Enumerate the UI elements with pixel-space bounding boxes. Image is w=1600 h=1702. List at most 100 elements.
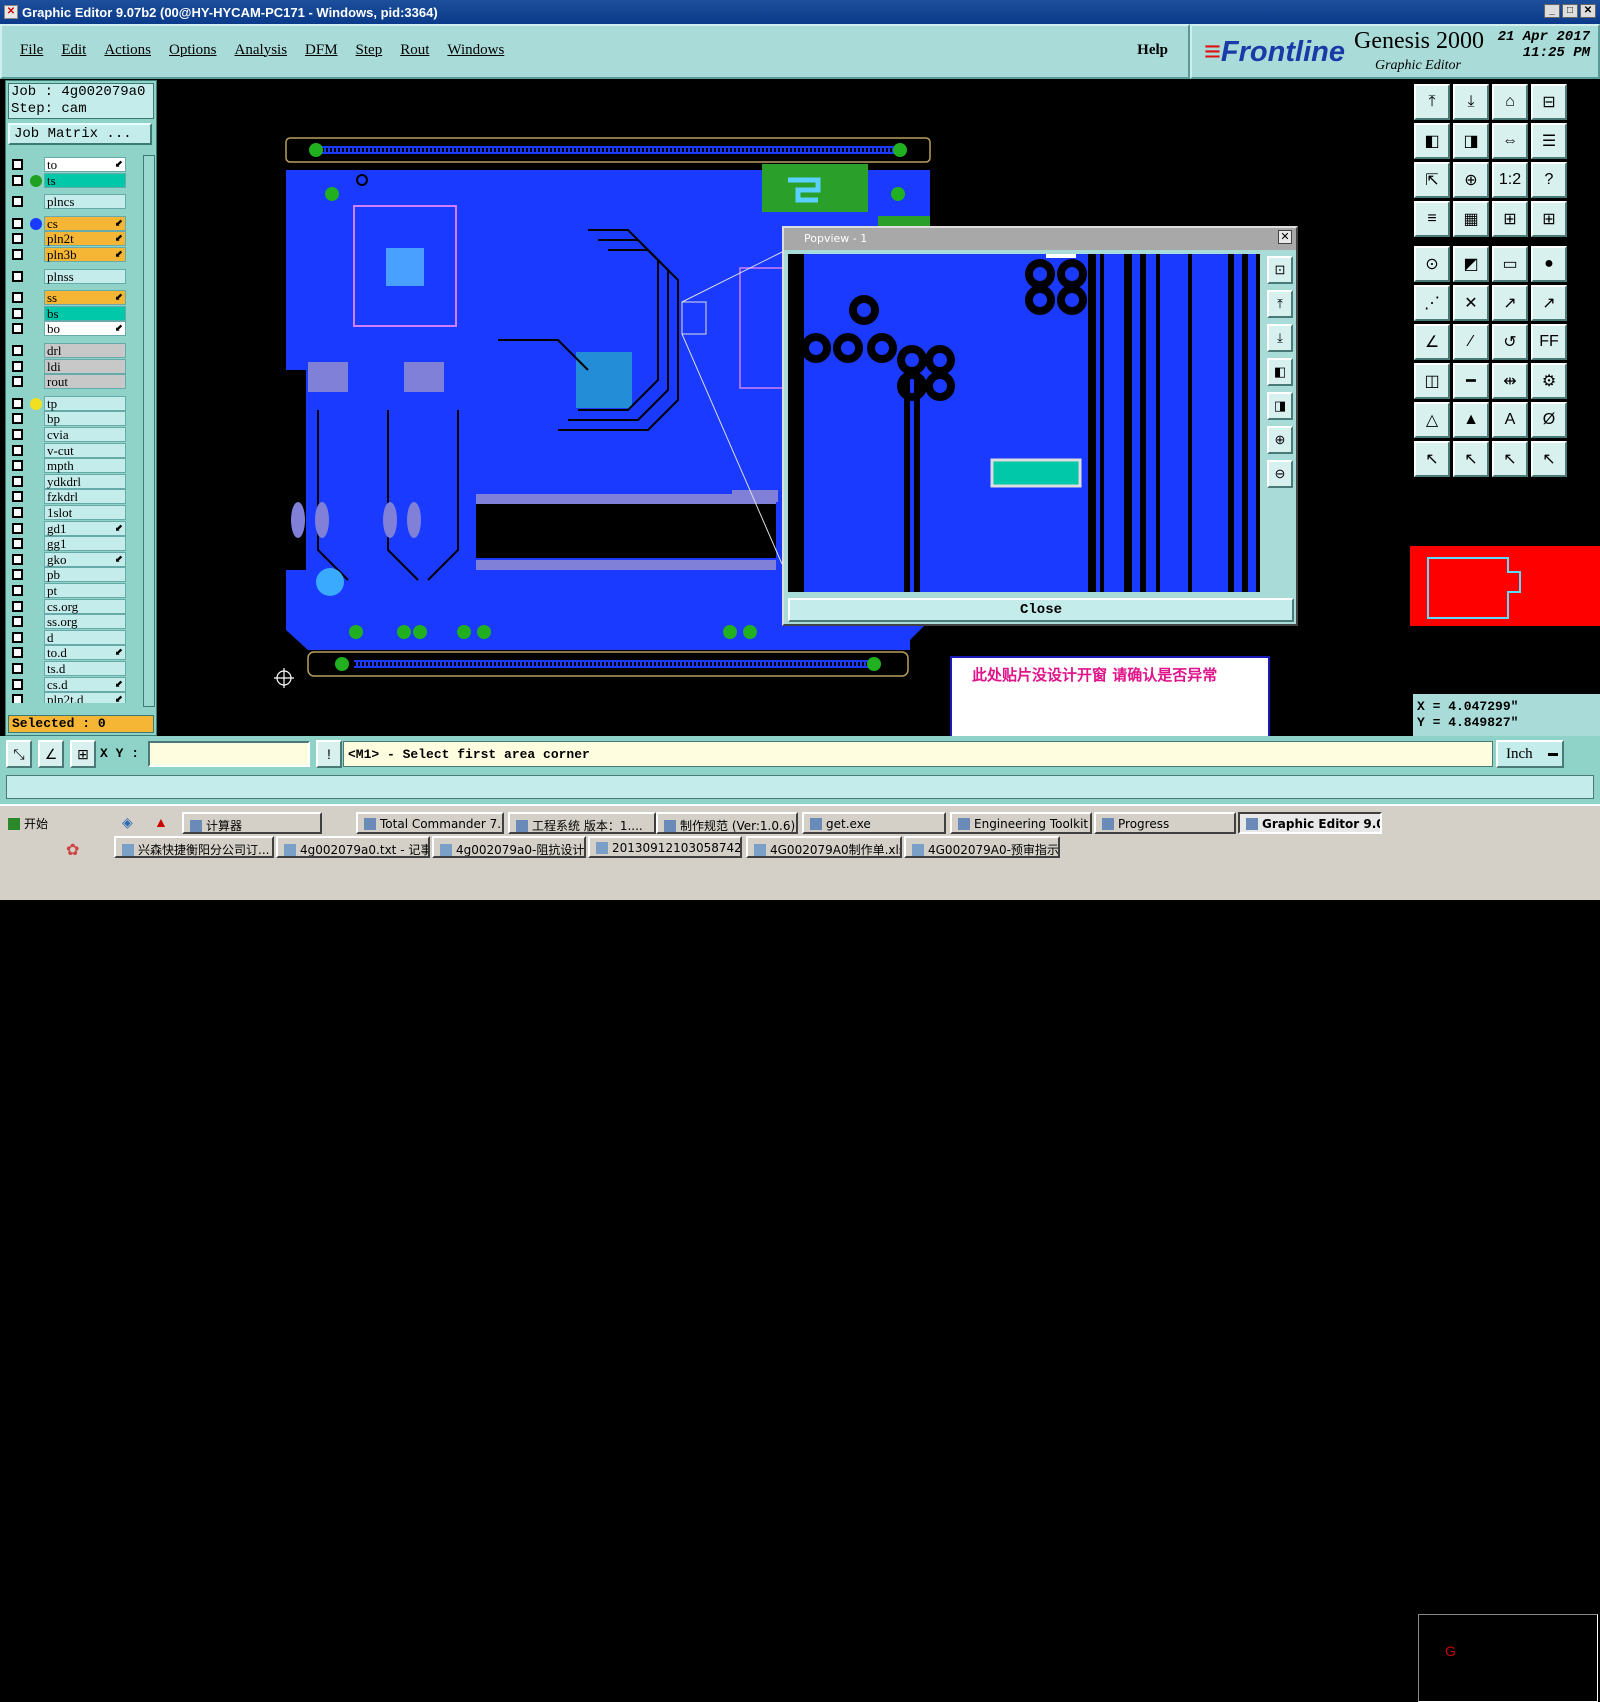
layer-checkbox[interactable] — [12, 345, 23, 356]
menu-windows[interactable]: Windows — [447, 42, 504, 59]
taskbar-button[interactable]: 4g002079a0.txt - 记事本 — [276, 836, 430, 858]
layer-row[interactable]: drl — [10, 343, 142, 359]
layer-checkbox[interactable] — [12, 569, 23, 581]
close-window-button[interactable]: ✕ — [1580, 4, 1596, 18]
tool-button[interactable]: ☰ — [1531, 123, 1567, 159]
grid-icon[interactable]: ⊞ — [70, 740, 96, 768]
layer-row[interactable]: 1slot — [10, 505, 142, 521]
menu-rout[interactable]: Rout — [400, 42, 429, 59]
layer-row[interactable]: rout — [10, 374, 142, 390]
layer-checkbox[interactable] — [12, 631, 23, 643]
layer-name[interactable]: fzkdrl — [44, 489, 126, 505]
maximize-button[interactable]: □ — [1562, 4, 1578, 18]
layer-row[interactable]: cs ⬋ — [10, 215, 142, 232]
layer-name[interactable]: ss.org — [44, 614, 126, 630]
layer-row[interactable]: to.d ⬋ — [10, 645, 142, 661]
menu-help[interactable]: Help — [1137, 42, 1168, 59]
tool-button[interactable]: ◩ — [1453, 246, 1489, 282]
layer-name[interactable]: cs.org — [44, 598, 126, 614]
layer-row[interactable]: cs.org — [10, 598, 142, 615]
tool-button[interactable]: ↖ — [1492, 441, 1528, 477]
layer-name[interactable]: 1slot — [44, 505, 126, 520]
layer-name[interactable]: plncs — [44, 194, 126, 210]
volume-icon[interactable]: ◁ — [1471, 1643, 1480, 1657]
tool-button[interactable]: ≡ — [1414, 201, 1450, 237]
layer-row[interactable]: to ⬋ — [10, 157, 142, 173]
tool-button[interactable]: ⇔ — [1492, 123, 1528, 159]
layer-checkbox[interactable] — [12, 678, 23, 690]
layer-row[interactable]: gg1 — [10, 536, 142, 552]
taskbar-button[interactable]: Total Commander 7.0 ... — [356, 812, 504, 834]
taskbar-button[interactable]: 4G002079A0制作单.xls ... — [746, 836, 902, 858]
layer-name[interactable]: ydkdrl — [44, 473, 126, 489]
layer-checkbox[interactable] — [12, 249, 23, 260]
layer-row[interactable]: ts.d — [10, 661, 142, 677]
popview-close-icon[interactable]: ✕ — [1278, 230, 1292, 244]
job-matrix-button[interactable]: Job Matrix ... — [8, 123, 152, 145]
menu-options[interactable]: Options — [169, 42, 217, 59]
layer-row[interactable]: plnss — [10, 268, 142, 285]
layer-checkbox[interactable] — [12, 292, 23, 304]
popview-down-button[interactable]: ⤓ — [1267, 324, 1293, 352]
layer-row[interactable]: bp — [10, 411, 142, 427]
tool-button[interactable]: ⊞ — [1492, 201, 1528, 237]
layer-name[interactable]: plnss — [44, 268, 126, 284]
layer-name[interactable]: gko ⬋ — [44, 551, 126, 567]
taskbar-button[interactable]: get.exe — [802, 812, 946, 834]
taskbar-button[interactable]: 计算器 — [182, 812, 322, 834]
taskbar-button[interactable]: Graphic Editor 9.07... — [1238, 812, 1382, 834]
tool-button[interactable]: ⇹ — [1492, 363, 1528, 399]
layer-scrollbar[interactable] — [143, 155, 155, 707]
layer-name[interactable]: rout — [44, 374, 126, 390]
tool-button[interactable]: ━ — [1453, 363, 1489, 399]
popview-zoom-in-button[interactable]: ⊕ — [1267, 426, 1293, 454]
layer-checkbox[interactable] — [12, 491, 23, 503]
tool-button[interactable]: ⋰ — [1414, 285, 1450, 321]
tool-button[interactable]: ◧ — [1414, 123, 1450, 159]
layer-name[interactable]: bs — [44, 305, 126, 321]
layer-checkbox[interactable] — [12, 553, 23, 565]
layer-row[interactable]: ldi — [10, 358, 142, 375]
tool-button[interactable]: ◫ — [1414, 363, 1450, 399]
tool-button[interactable]: 1:2 — [1492, 162, 1528, 198]
quicklaunch-icon[interactable]: ✿ — [66, 840, 79, 860]
layer-row[interactable]: gko ⬋ — [10, 551, 142, 568]
layer-checkbox[interactable] — [12, 196, 23, 208]
tool-button[interactable]: ⊟ — [1531, 84, 1567, 120]
tool-button[interactable]: FF — [1531, 324, 1567, 360]
taskbar-button[interactable]: 工程系统 版本：1.... — [508, 812, 656, 834]
minimize-button[interactable]: _ — [1544, 4, 1560, 18]
quicklaunch-icon[interactable]: ◈ — [122, 814, 133, 831]
tool-button[interactable]: ● — [1531, 246, 1567, 282]
layer-name[interactable]: ldi — [44, 358, 126, 374]
tool-button[interactable]: ↖ — [1531, 441, 1567, 477]
tool-button[interactable]: ▲ — [1453, 402, 1489, 438]
layer-row[interactable]: ss ⬋ — [10, 290, 142, 306]
layer-checkbox[interactable] — [12, 444, 23, 456]
popview-fit-button[interactable]: ⊡ — [1267, 256, 1293, 284]
layer-checkbox[interactable] — [12, 647, 23, 659]
overview-map[interactable] — [1410, 546, 1600, 626]
tool-button[interactable]: ∠ — [1414, 324, 1450, 360]
layer-checkbox[interactable] — [12, 663, 23, 674]
layer-row[interactable]: tp — [10, 395, 142, 412]
menu-analysis[interactable]: Analysis — [235, 42, 288, 59]
layer-name[interactable]: mpth — [44, 458, 126, 474]
layer-name[interactable]: pln2t.d ⬋ — [44, 692, 126, 703]
start-button[interactable]: 开始 — [2, 812, 56, 834]
layer-row[interactable]: v-cut — [10, 442, 142, 459]
taskbar-button[interactable]: 兴森快捷衡阳分公司订... — [114, 836, 274, 858]
layer-checkbox[interactable] — [12, 323, 23, 335]
layer-checkbox[interactable] — [12, 413, 23, 425]
layer-name[interactable]: drl — [44, 343, 126, 358]
layer-name[interactable]: gd1 ⬋ — [44, 520, 126, 536]
layer-checkbox[interactable] — [12, 475, 23, 487]
taskbar-button[interactable]: Progress — [1094, 812, 1236, 834]
layer-row[interactable]: pt — [10, 583, 142, 599]
layer-row[interactable]: ss.org — [10, 614, 142, 630]
layer-row[interactable]: pb — [10, 567, 142, 583]
measure-icon[interactable]: ∠ — [38, 740, 64, 768]
layer-row[interactable]: bs — [10, 305, 142, 322]
xy-input[interactable] — [148, 741, 310, 767]
tool-button[interactable]: ∕ — [1453, 324, 1489, 360]
